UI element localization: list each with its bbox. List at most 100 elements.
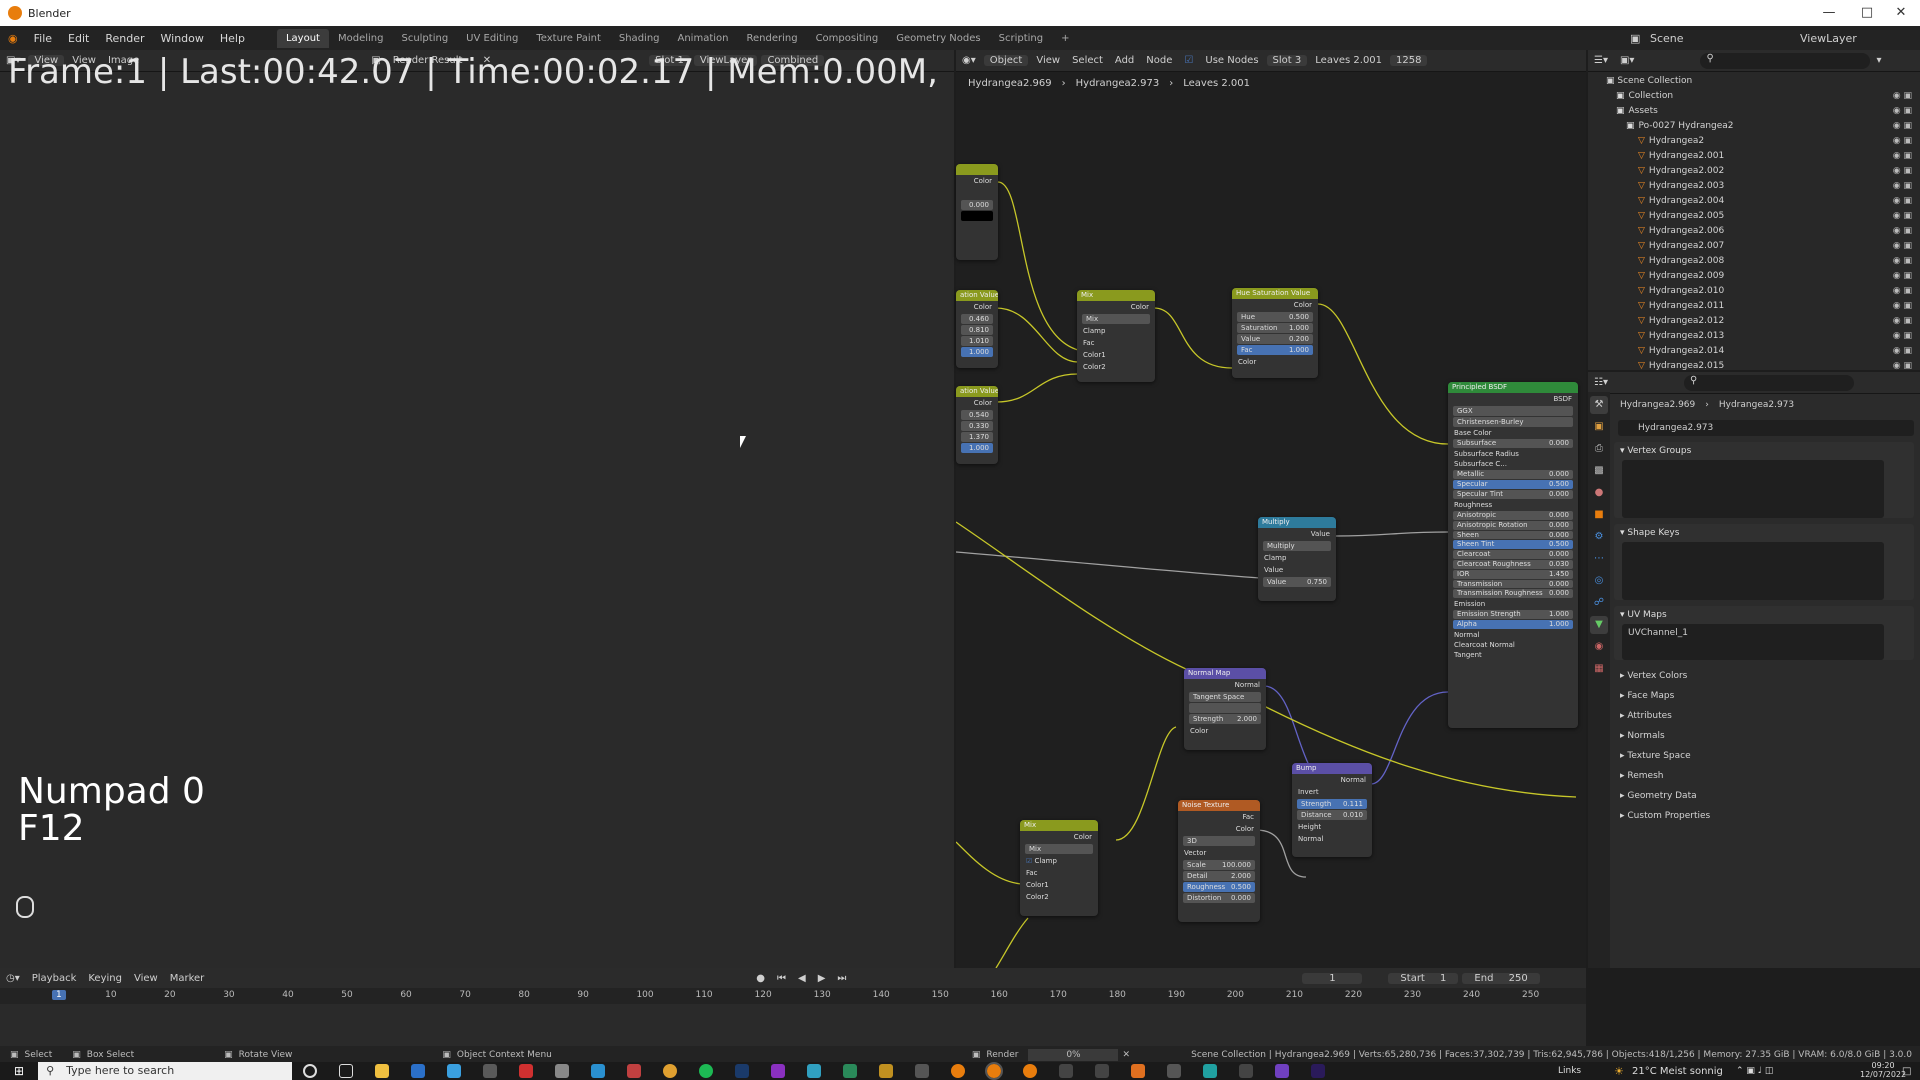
properties-editor[interactable]: ☷▾ ⚲ Hydrangea2.969 › Hydrangea2.973 Hydran…: [1588, 372, 1920, 968]
bsdf-input[interactable]: Metallic 0.000: [1453, 470, 1573, 480]
uv-map-field[interactable]: [1189, 703, 1261, 713]
output-tab-icon[interactable]: ⎙: [1590, 440, 1608, 458]
tab-shading[interactable]: Shading: [610, 29, 669, 48]
timeline-area[interactable]: ◷▾ Playback Keying View Marker ● ⏮ ◀ ▶ ⏭…: [0, 968, 1586, 1046]
blender-taskbar-icon[interactable]: [985, 1062, 1004, 1080]
app-icon[interactable]: [519, 1064, 534, 1078]
end-frame-field[interactable]: End 250: [1462, 973, 1540, 984]
app-icon[interactable]: [771, 1064, 786, 1078]
menu-help[interactable]: Help: [212, 32, 253, 45]
app-icon[interactable]: [1203, 1064, 1218, 1078]
tab-sculpting[interactable]: Sculpting: [392, 29, 457, 48]
jump-end-icon[interactable]: ⏭: [831, 973, 852, 984]
app-icon[interactable]: [483, 1064, 498, 1078]
app-icon[interactable]: [843, 1064, 858, 1078]
blender-taskbar-icon[interactable]: [951, 1064, 966, 1078]
visibility-icon[interactable]: ◉ ▣: [1893, 254, 1912, 269]
app-icon[interactable]: [807, 1064, 822, 1078]
node-mix[interactable]: Mix Color Mix Clamp Fac Color1 Color2: [1077, 290, 1155, 382]
visibility-icon[interactable]: ◉ ▣: [1893, 299, 1912, 314]
outliner-item[interactable]: ▽ Hydrangea2.005 ◉ ▣: [1588, 209, 1920, 224]
color-swatch[interactable]: [961, 211, 993, 221]
tray-icons[interactable]: ⌃ ▣ ♩ ◫: [1736, 1066, 1773, 1076]
clamp-checkbox[interactable]: Clamp: [1258, 552, 1336, 564]
app-icon[interactable]: [1095, 1064, 1110, 1078]
visibility-icon[interactable]: ◉ ▣: [1893, 224, 1912, 239]
panel-collapsed[interactable]: ▸ Texture Space: [1614, 746, 1914, 766]
scene-tab-icon[interactable]: ●: [1590, 484, 1608, 502]
space-dropdown[interactable]: Tangent Space: [1189, 692, 1261, 702]
clamp-checkbox[interactable]: ☑ Clamp: [1020, 855, 1098, 867]
premiere-icon[interactable]: [1311, 1064, 1326, 1078]
data-tab-icon[interactable]: ▼: [1590, 616, 1608, 634]
material-users[interactable]: 1258: [1390, 55, 1428, 66]
modifier-tab-icon[interactable]: ⚙: [1590, 528, 1608, 546]
notifications-icon[interactable]: □: [1902, 1066, 1911, 1077]
bsdf-input[interactable]: Alpha 1.000: [1453, 620, 1573, 629]
app-icon[interactable]: [1239, 1064, 1254, 1078]
app-icon[interactable]: [879, 1064, 894, 1078]
outliner-item[interactable]: ▽ Hydrangea2.001 ◉ ▣: [1588, 149, 1920, 164]
bsdf-input[interactable]: Sheen Tint 0.500: [1453, 540, 1573, 550]
editor-type-icon[interactable]: ☰▾: [1588, 55, 1614, 66]
menu-file[interactable]: File: [26, 32, 60, 45]
viewlayer-name[interactable]: ViewLayer: [1800, 32, 1857, 45]
node-mix[interactable]: Mix Color Mix ☑ Clamp Fac Color1 Color2: [1020, 820, 1098, 916]
constraints-tab-icon[interactable]: ☍: [1590, 594, 1608, 612]
panel-collapsed[interactable]: ▸ Normals: [1614, 726, 1914, 746]
bsdf-input[interactable]: Specular 0.500: [1453, 480, 1573, 489]
bsdf-input[interactable]: Anisotropic Rotation 0.000: [1453, 520, 1573, 530]
outliner-item[interactable]: ▽ Hydrangea2.011 ◉ ▣: [1588, 299, 1920, 314]
node-hue-saturation-value[interactable]: Hue Saturation Value Color Hue 0.500 Satu…: [1232, 288, 1318, 378]
bsdf-input[interactable]: Subsurface 0.000: [1453, 439, 1573, 448]
distortion-field[interactable]: Distortion 0.000: [1183, 893, 1255, 903]
shape-keys-list[interactable]: [1622, 542, 1884, 600]
uvchannel-item[interactable]: UVChannel_1: [1628, 628, 1688, 638]
visibility-icon[interactable]: ◉ ▣: [1893, 314, 1912, 329]
outliner-item[interactable]: ▽ Hydrangea2.002 ◉ ▣: [1588, 164, 1920, 179]
app-icon[interactable]: [1275, 1064, 1290, 1078]
object-mode-dropdown[interactable]: Object: [983, 55, 1029, 66]
visibility-icon[interactable]: ◉ ▣: [1893, 194, 1912, 209]
invert-checkbox[interactable]: Invert: [1292, 786, 1372, 798]
distribution-dropdown[interactable]: GGX: [1453, 406, 1573, 416]
chrome-icon[interactable]: [663, 1064, 678, 1078]
current-frame-field[interactable]: 1: [1302, 973, 1363, 984]
view-layer-tab-icon[interactable]: ▩: [1590, 462, 1608, 480]
vertex-groups-list[interactable]: [1622, 460, 1884, 518]
visibility-icon[interactable]: ◉ ▣: [1893, 89, 1912, 104]
node-fragment[interactable]: ation Value Color 0.540 0.330 1.370 1.00…: [956, 386, 998, 464]
panel-header[interactable]: ▾ Shape Keys: [1614, 524, 1914, 542]
node-field[interactable]: 0.540: [961, 410, 993, 420]
tab-layout[interactable]: Layout: [276, 28, 329, 48]
menu-edit[interactable]: Edit: [60, 32, 97, 45]
blender-menu-icon[interactable]: ◉: [0, 32, 26, 45]
subsurface-method-dropdown[interactable]: Christensen-Burley: [1453, 417, 1573, 427]
bsdf-input[interactable]: IOR 1.450: [1453, 569, 1573, 579]
outliner-item[interactable]: ▽ Hydrangea2.012 ◉ ▣: [1588, 314, 1920, 329]
outliner-item[interactable]: ▽ Hydrangea2 ◉ ▣: [1588, 134, 1920, 149]
outliner-search-input[interactable]: ⚲: [1700, 52, 1871, 69]
blend-mode-dropdown[interactable]: Mix: [1025, 844, 1093, 854]
filter-icon[interactable]: ▾: [1870, 55, 1887, 66]
taskbar-search-input[interactable]: ⚲ Type here to search: [38, 1062, 293, 1080]
visibility-icon[interactable]: ◉ ▣: [1893, 269, 1912, 284]
outliner-item[interactable]: ▣ Collection ◉ ▣: [1588, 89, 1920, 104]
node-menu-select[interactable]: Select: [1066, 55, 1109, 66]
tool-tab-icon[interactable]: ⚒: [1590, 396, 1608, 414]
node-field[interactable]: 1.370: [961, 432, 993, 442]
node-principled-bsdf[interactable]: Principled BSDF BSDF GGX Christensen-Bur…: [1448, 382, 1578, 728]
bsdf-input[interactable]: Anisotropic 0.000: [1453, 510, 1573, 520]
value-field[interactable]: Value 0.750: [1263, 577, 1331, 587]
blend-mode-dropdown[interactable]: Mix: [1082, 314, 1150, 324]
node-bump[interactable]: Bump Normal Invert Strength 0.111 Distanc…: [1292, 763, 1372, 857]
outliner-item[interactable]: ▣ Assets ◉ ▣: [1588, 104, 1920, 119]
outliner-item[interactable]: ▽ Hydrangea2.010 ◉ ▣: [1588, 284, 1920, 299]
material-tab-icon[interactable]: ◉: [1590, 638, 1608, 656]
app-icon[interactable]: [555, 1064, 570, 1078]
properties-search-input[interactable]: ⚲: [1683, 374, 1854, 391]
outliner-item[interactable]: ▽ Hydrangea2.014 ◉ ▣: [1588, 344, 1920, 359]
bsdf-input[interactable]: Transmission Roughness 0.000: [1453, 589, 1573, 599]
panel-collapsed[interactable]: ▸ Vertex Colors: [1614, 666, 1914, 686]
start-frame-field[interactable]: Start 1: [1388, 973, 1459, 984]
